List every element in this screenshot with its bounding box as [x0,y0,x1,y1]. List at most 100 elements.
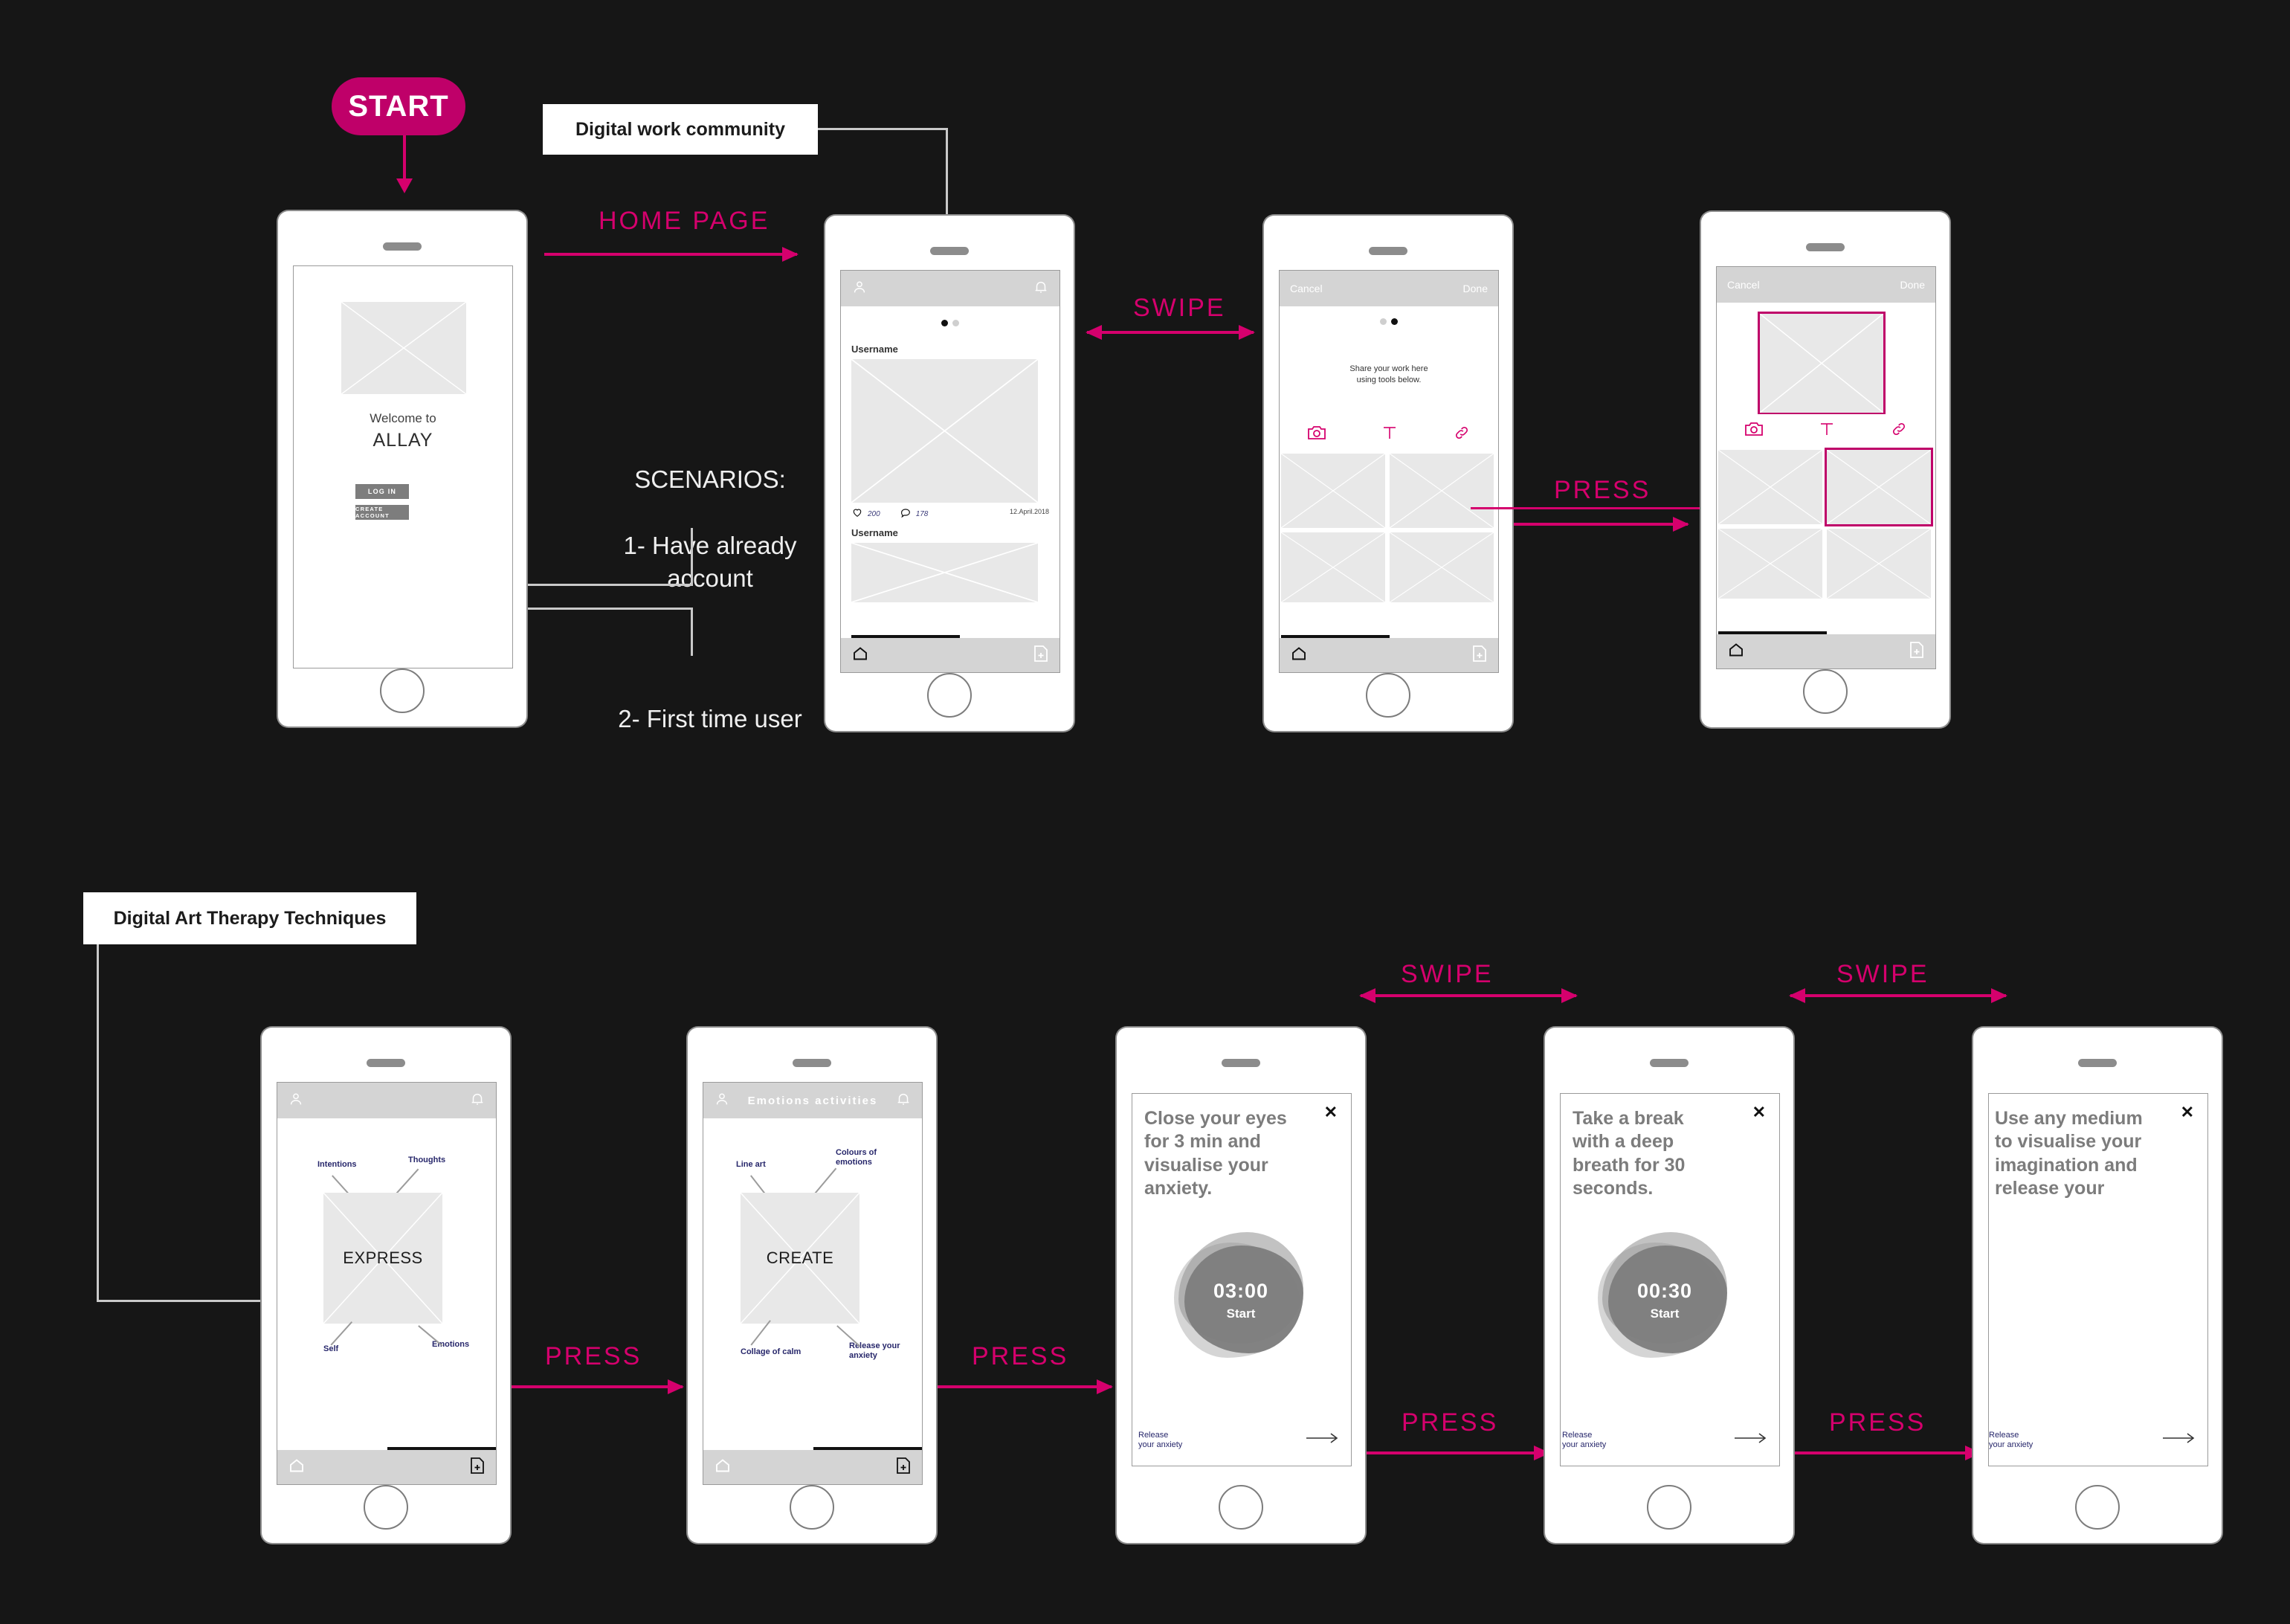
arrow-right-icon[interactable] [1735,1432,1767,1448]
new-document-icon[interactable] [469,1457,486,1478]
link-icon[interactable] [1890,421,1908,441]
gallery-tile[interactable] [1718,529,1822,599]
home-button[interactable] [1366,673,1410,718]
new-document-icon[interactable] [895,1457,912,1478]
leader-line [418,1325,443,1347]
bell-icon[interactable] [469,1091,486,1111]
camera-icon[interactable] [1744,421,1764,441]
pager-dot-1[interactable] [1380,318,1387,325]
login-button[interactable]: LOG IN [355,484,409,499]
home-button[interactable] [364,1485,408,1530]
start-button[interactable]: START [332,77,465,135]
create-account-button[interactable]: CREATE ACCOUNT [355,505,409,520]
like-count: 200 [868,510,880,518]
tool-row [1280,418,1498,451]
pager-dot-2[interactable] [952,320,959,326]
phone-share-selected: Cancel Done [1701,212,1949,727]
bell-icon[interactable] [1033,279,1049,299]
home-button[interactable] [380,668,425,713]
close-icon[interactable]: ✕ [1324,1104,1338,1121]
timer-3min-screen: ✕ Close your eyes for 3 min and visualis… [1132,1093,1352,1466]
phone-any-medium: ✕ Use any medium to visualise your imagi… [1973,1028,2222,1543]
instruction-text: Use any medium to visualise your imagina… [1995,1108,2143,1204]
comment-icon[interactable] [900,506,912,522]
welcome-screen: Welcome to ALLAY LOG IN CREATE ACCOUNT [293,265,513,668]
express-label: EXPRESS [343,1248,423,1267]
done-button[interactable]: Done [1463,283,1488,294]
flow-label-press-row2-a: PRESS [545,1342,642,1371]
new-document-icon[interactable] [1471,645,1488,666]
speaker-grill [793,1059,831,1067]
app-name: ALLAY [372,430,433,451]
arrow-right-icon[interactable] [1306,1432,1339,1448]
camera-icon[interactable] [1307,425,1326,445]
gallery-tile[interactable] [1281,532,1385,602]
bell-icon[interactable] [895,1091,912,1111]
phone-create: Emotions activities Line art Colours of … [688,1028,936,1543]
footer-label: Release your anxiety [1562,1430,1607,1450]
done-button[interactable]: Done [1900,279,1925,291]
selected-work-preview[interactable] [1760,314,1883,413]
pager-dots [941,320,959,326]
home-button[interactable] [1219,1485,1263,1530]
home-button[interactable] [790,1485,834,1530]
home-icon[interactable] [1727,641,1745,663]
home-icon[interactable] [288,1457,306,1478]
close-icon[interactable]: ✕ [1752,1104,1766,1121]
flow-label-text: SWIPE [1133,294,1226,322]
bottom-nav [703,1450,922,1484]
start-button-label: START [348,89,449,123]
phone-welcome: Welcome to ALLAY LOG IN CREATE ACCOUNT [278,211,526,726]
heart-icon[interactable] [851,506,863,522]
phone-timer-30sec: ✕ Take a break with a deep breath for 30… [1545,1028,1793,1543]
home-button[interactable] [2075,1485,2120,1530]
callout-line-art: Line art [736,1160,766,1169]
home-icon[interactable] [1290,645,1308,666]
create-image-placeholder[interactable]: CREATE [741,1193,859,1324]
text-icon[interactable] [1818,421,1836,441]
timer-value: 03:00 [1213,1280,1269,1302]
new-document-icon[interactable] [1033,645,1049,666]
cancel-button[interactable]: Cancel [1727,279,1760,291]
flow-label-press-row2-d: PRESS [1829,1408,1926,1437]
footer-label: Release your anxiety [1138,1430,1183,1450]
arrow-right-icon[interactable] [2163,1432,2196,1448]
new-document-icon[interactable] [1909,641,1925,663]
link-icon[interactable] [1453,425,1471,445]
pager-dot-2[interactable] [1391,318,1398,325]
timer-blob[interactable]: 00:30 Start [1598,1232,1732,1360]
home-icon[interactable] [714,1457,732,1478]
person-icon[interactable] [851,279,868,299]
connector-line [946,128,948,217]
pager-dot-1[interactable] [941,320,948,326]
gallery-tile[interactable] [1718,450,1822,524]
gallery-tile-selected[interactable] [1827,450,1931,524]
home-icon[interactable] [851,645,869,666]
home-button[interactable] [1647,1485,1691,1530]
timer-value: 00:30 [1636,1280,1693,1302]
gallery-tile[interactable] [1390,532,1494,602]
timer-start-label: Start [1650,1306,1680,1321]
person-icon[interactable] [288,1091,304,1111]
express-image-placeholder[interactable]: EXPRESS [323,1193,442,1324]
connector-line-pink [1471,507,1709,509]
app-bar: Cancel Done [1717,267,1935,303]
person-icon[interactable] [714,1091,730,1111]
cancel-button[interactable]: Cancel [1290,283,1323,294]
flow-label-text: PRESS [1829,1408,1926,1437]
flow-canvas: START Digital work community HOME PAGE S… [0,0,2290,1624]
gallery-tile[interactable] [1390,454,1494,528]
share-hint: Share your work here using tools below. [1349,364,1428,384]
share-work-screen: Cancel Done Share your work here using t… [1279,270,1499,673]
home-button[interactable] [927,673,972,718]
home-button[interactable] [1803,669,1848,714]
leader-line [396,1168,419,1194]
text-icon[interactable] [1381,425,1399,445]
speaker-grill [367,1059,405,1067]
gallery-tile[interactable] [1281,454,1385,528]
close-icon[interactable]: ✕ [2181,1104,2194,1121]
timer-blob[interactable]: 03:00 Start [1174,1232,1308,1360]
create-screen: Emotions activities Line art Colours of … [703,1082,923,1485]
gallery-tile[interactable] [1827,529,1931,599]
flow-label-text: PRESS [972,1342,1069,1370]
